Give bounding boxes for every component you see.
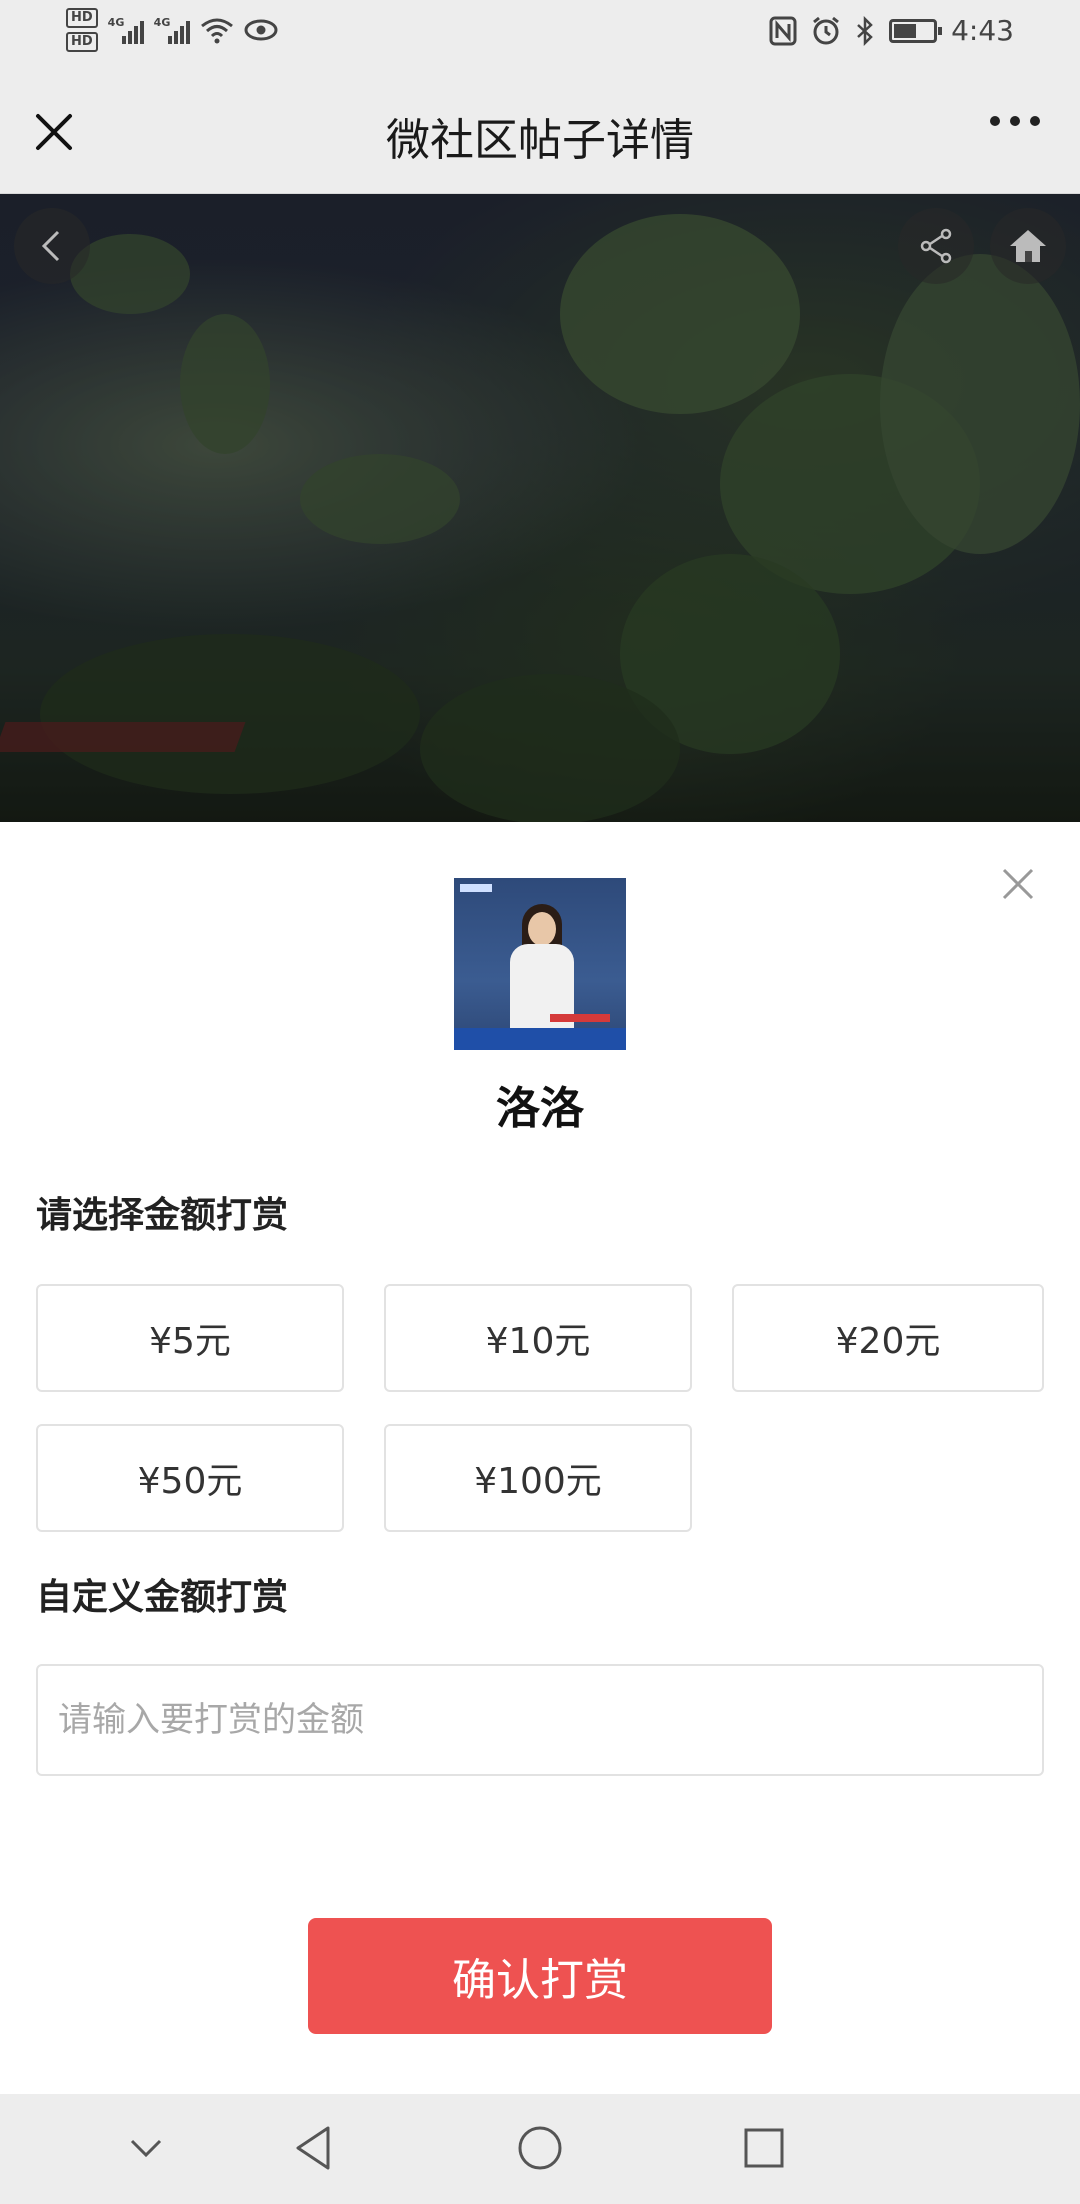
bluetooth-icon [857, 15, 873, 46]
back-icon[interactable] [14, 208, 90, 284]
hd-badges: HD HD [66, 8, 98, 52]
system-nav-bar [0, 2094, 1080, 2204]
signal-icon: 4G [108, 16, 144, 44]
amount-10-button[interactable]: ¥10元 [384, 1284, 692, 1392]
more-icon[interactable] [990, 116, 1040, 126]
amount-20-button[interactable]: ¥20元 [732, 1284, 1044, 1392]
clock-time: 4:43 [951, 14, 1014, 47]
status-left: HD HD 4G 4G [66, 8, 278, 52]
amount-100-button[interactable]: ¥100元 [384, 1424, 692, 1532]
eye-icon [244, 19, 278, 41]
status-bar: HD HD 4G 4G 4:43 [0, 0, 1080, 66]
close-icon[interactable] [998, 864, 1038, 904]
chevron-down-icon[interactable] [116, 2118, 176, 2178]
alarm-icon [813, 16, 840, 44]
recents-square-icon[interactable] [734, 2118, 794, 2178]
choose-amount-title: 请选择金额打赏 [36, 1195, 289, 1236]
amount-5-button[interactable]: ¥5元 [36, 1284, 344, 1392]
avatar [454, 878, 626, 1050]
author-name: 洛洛 [496, 1083, 584, 1134]
network-type: 4G [153, 16, 171, 29]
reward-sheet: 洛洛 请选择金额打赏 ¥5元 ¥10元 ¥20元 ¥50元 ¥100元 自定义金… [0, 822, 1080, 2094]
back-triangle-icon[interactable] [284, 2118, 344, 2178]
page-title: 微社区帖子详情 [386, 115, 694, 166]
nav-bar: 微社区帖子详情 [0, 66, 1080, 194]
custom-amount-title: 自定义金额打赏 [36, 1577, 289, 1618]
status-right: 4:43 [769, 14, 1014, 47]
network-type: 4G [107, 16, 125, 29]
wifi-icon [200, 18, 233, 44]
home-icon[interactable] [990, 208, 1066, 284]
nfc-icon [769, 16, 797, 45]
battery-icon [889, 18, 943, 43]
custom-amount-input[interactable] [36, 1664, 1044, 1776]
hd-badge: HD [66, 32, 98, 52]
home-circle-icon[interactable] [510, 2118, 570, 2178]
post-photo [0, 194, 1080, 822]
signal-icon: 4G [154, 16, 190, 44]
hd-badge: HD [66, 8, 98, 28]
share-icon[interactable] [898, 208, 974, 284]
amount-50-button[interactable]: ¥50元 [36, 1424, 344, 1532]
confirm-reward-button[interactable]: 确认打赏 [308, 1918, 772, 2034]
